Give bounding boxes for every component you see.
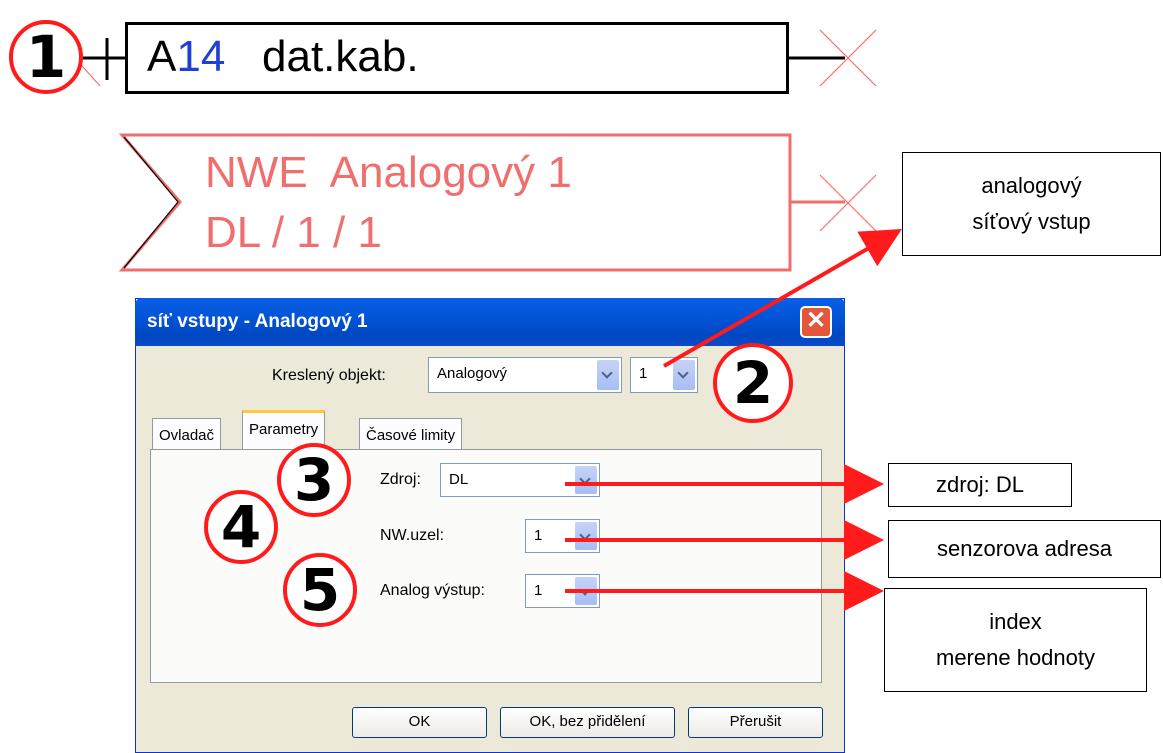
annotation-arrows bbox=[565, 229, 902, 611]
marker-4: 4 bbox=[204, 490, 278, 564]
marker-1: 1 bbox=[9, 20, 83, 94]
marker-3: 3 bbox=[277, 443, 351, 517]
marker-2: 2 bbox=[713, 343, 793, 423]
arrow-to-analog bbox=[663, 229, 902, 368]
marker-5: 5 bbox=[283, 553, 357, 627]
